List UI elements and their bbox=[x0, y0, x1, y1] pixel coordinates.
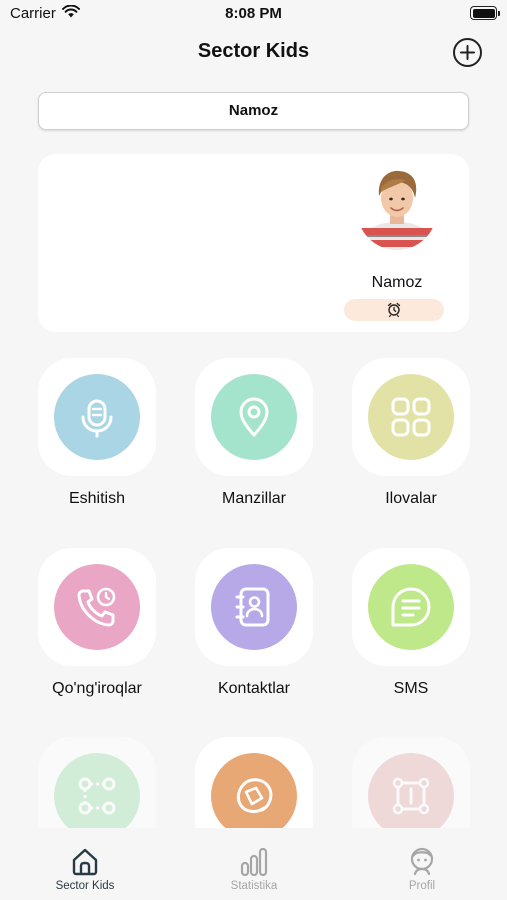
alarm-badge[interactable] bbox=[344, 299, 444, 321]
status-time: 8:08 PM bbox=[225, 5, 282, 22]
feature-label: Manzillar bbox=[221, 490, 286, 507]
child-card[interactable]: Namoz bbox=[38, 154, 469, 332]
feature-qongiroqlar[interactable]: Qo'ng'iroqlar bbox=[38, 548, 156, 697]
feature-ilovalar[interactable]: Ilovalar bbox=[352, 358, 470, 507]
feature-eshitish[interactable]: Eshitish bbox=[38, 358, 156, 507]
rotate-icon bbox=[236, 778, 273, 813]
feature-kontaktlar[interactable]: Kontaktlar bbox=[195, 548, 313, 697]
feature-label: SMS bbox=[393, 680, 429, 697]
feature-label: Eshitish bbox=[68, 490, 126, 507]
microphone-icon bbox=[81, 399, 113, 438]
page-title: Sector Kids bbox=[197, 40, 310, 62]
tab-label: Profil bbox=[408, 880, 436, 892]
route-icon bbox=[78, 777, 116, 815]
feature-label: Qo'ng'iroqlar bbox=[52, 680, 142, 697]
add-child-button[interactable] bbox=[452, 37, 483, 68]
plus-circle-icon bbox=[453, 38, 482, 67]
child-avatar[interactable] bbox=[357, 166, 437, 250]
feature-manzillar[interactable]: Manzillar bbox=[195, 358, 313, 507]
contacts-book-icon bbox=[235, 587, 270, 627]
battery-icon bbox=[470, 6, 500, 20]
bar-chart-icon bbox=[240, 847, 268, 876]
status-bar: Carrier 8:08 PM bbox=[0, 0, 507, 30]
child-name: Namoz bbox=[371, 274, 423, 291]
child-selector[interactable]: Namoz bbox=[38, 92, 469, 130]
location-pin-icon bbox=[239, 397, 269, 437]
apps-grid-icon bbox=[391, 397, 431, 437]
profile-icon bbox=[410, 847, 434, 876]
message-icon bbox=[391, 587, 431, 627]
alarm-clock-icon bbox=[387, 302, 401, 317]
tab-bar: Sector Kids Statistika Profil bbox=[0, 828, 507, 900]
tab-profil[interactable]: Profil bbox=[362, 846, 482, 892]
feature-label: Ilovalar bbox=[385, 490, 437, 507]
feature-sms[interactable]: SMS bbox=[352, 548, 470, 697]
tab-label: Statistika bbox=[230, 880, 278, 892]
phone-clock-icon bbox=[77, 587, 116, 627]
tab-statistika[interactable]: Statistika bbox=[194, 846, 314, 892]
tab-label: Sector Kids bbox=[55, 880, 115, 892]
geofence-icon bbox=[392, 777, 430, 815]
feature-label: Kontaktlar bbox=[217, 680, 291, 697]
home-icon bbox=[72, 848, 98, 876]
tab-sector-kids[interactable]: Sector Kids bbox=[25, 846, 145, 892]
